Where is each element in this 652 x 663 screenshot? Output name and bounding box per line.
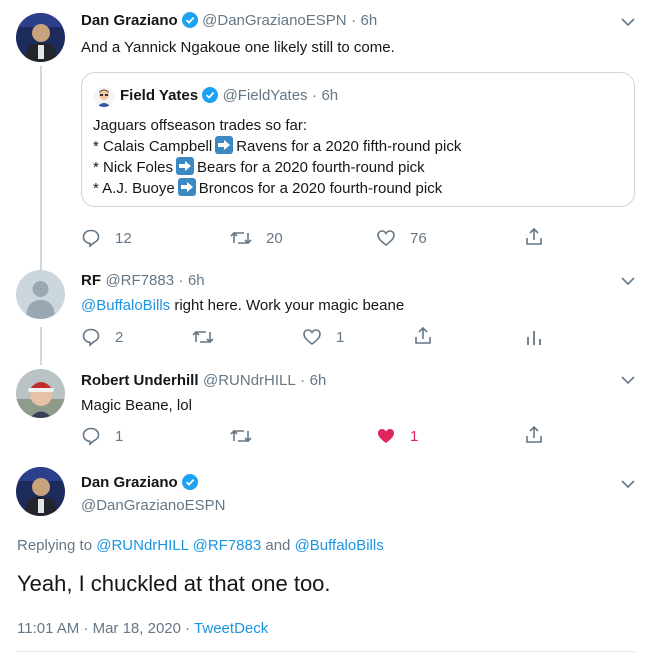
quoted-tweet-time[interactable]: 6h <box>321 87 338 104</box>
replying-prefix: Replying to <box>17 537 97 554</box>
separator-dot: · <box>300 372 306 389</box>
share-button[interactable] <box>524 425 544 445</box>
quoted-line-4: * A.J. Buoye Broncos for a 2020 fourth-ro… <box>93 178 461 199</box>
avatar-dan-graziano[interactable] <box>16 13 65 62</box>
share-button[interactable] <box>524 227 544 247</box>
reply-icon <box>82 328 100 347</box>
share-button[interactable] <box>413 326 433 346</box>
quoted-author-name[interactable]: Field Yates <box>120 87 198 104</box>
tweet-time[interactable]: 6h <box>188 272 205 289</box>
replying-to: Replying to @RUNdrHILL @RF7883 and @Buff… <box>17 537 384 554</box>
source-link[interactable]: TweetDeck <box>194 620 268 637</box>
thread-line <box>40 66 42 282</box>
heart-icon <box>377 230 395 247</box>
mention-link[interactable]: @BuffaloBills <box>81 297 170 314</box>
reply-count: 1 <box>115 427 124 445</box>
timestamp-text[interactable]: 11:01 AM · Mar 18, 2020 · <box>17 620 194 637</box>
reply-button[interactable]: 2 <box>81 327 123 347</box>
share-icon <box>526 227 542 245</box>
retweet-button[interactable] <box>192 327 214 347</box>
tweet-text: And a Yannick Ngakoue one likely still t… <box>81 39 395 56</box>
avatar-robert-underhill[interactable] <box>16 369 65 418</box>
separator-dot: · <box>351 12 357 29</box>
tweet-text-body: right here. Work your magic beane <box>170 297 405 314</box>
quoted-line-2: * Calais Campbell Ravens for a 2020 fifth… <box>93 136 461 157</box>
quoted-line-1: Jaguars offseason trades so far: <box>93 117 308 134</box>
verified-badge-icon <box>181 474 198 495</box>
thread-line <box>40 327 42 365</box>
retweet-button[interactable]: 20 <box>230 228 283 248</box>
right-arrow-icon <box>176 157 195 175</box>
chevron-down-icon[interactable] <box>621 14 635 27</box>
verified-badge-icon <box>181 12 198 33</box>
like-button[interactable]: 76 <box>376 228 427 248</box>
retweet-count: 20 <box>266 229 283 247</box>
analytics-icon <box>527 331 541 345</box>
quoted-line-2-team: Ravens for a 2020 fifth-round pick <box>236 138 462 155</box>
reply-button[interactable]: 1 <box>81 426 123 446</box>
quoted-tweet-card[interactable]: Field Yates @FieldYates · 6h Jaguars off… <box>81 72 635 207</box>
author-name[interactable]: Dan Graziano <box>81 474 178 491</box>
author-handle[interactable]: @DanGrazianoESPN <box>81 497 225 514</box>
replying-and: and <box>261 537 295 554</box>
tweet-time[interactable]: 6h <box>361 12 378 29</box>
heart-filled-icon <box>378 429 394 443</box>
tweet-text: Magic Beane, lol <box>81 397 192 414</box>
reply-count: 12 <box>115 229 132 247</box>
like-button[interactable]: 1 <box>302 327 344 347</box>
tweet-timestamp: 11:01 AM · Mar 18, 2020 · TweetDeck <box>17 620 268 637</box>
chevron-down-icon[interactable] <box>621 273 635 286</box>
retweet-icon <box>192 330 214 344</box>
avatar-rf-default[interactable] <box>16 270 65 319</box>
like-button[interactable]: 1 <box>376 426 418 446</box>
like-count: 76 <box>410 229 427 247</box>
analytics-button[interactable] <box>524 327 544 347</box>
mention-link[interactable]: @RF7883 <box>193 537 262 554</box>
reply-icon <box>82 229 100 248</box>
verified-badge-icon <box>202 87 219 108</box>
quoted-line-4-player: * A.J. Buoye <box>93 180 175 197</box>
avatar-dan-graziano[interactable] <box>16 467 65 516</box>
right-arrow-icon <box>215 136 234 154</box>
reply-count: 2 <box>115 328 124 346</box>
tweet-time[interactable]: 6h <box>310 372 327 389</box>
chevron-down-icon[interactable] <box>621 476 635 489</box>
retweet-icon <box>230 231 252 245</box>
author-handle[interactable]: @RF7883 <box>105 272 174 289</box>
quoted-line-2-player: * Calais Campbell <box>93 138 213 155</box>
retweet-button[interactable] <box>230 426 252 446</box>
separator-dot: · <box>312 87 317 104</box>
author-handle[interactable]: @RUNdrHILL <box>203 372 296 389</box>
mention-link[interactable]: @BuffaloBills <box>295 537 384 554</box>
chevron-down-icon[interactable] <box>621 372 635 385</box>
reply-button[interactable]: 12 <box>81 228 132 248</box>
tweet-text: @BuffaloBills right here. Work your magi… <box>81 296 404 316</box>
like-count: 1 <box>410 427 419 445</box>
quoted-line-3: * Nick Foles Bears for a 2020 fourth-roun… <box>93 157 461 178</box>
reply-icon <box>82 427 100 446</box>
divider <box>16 651 636 652</box>
like-count: 1 <box>336 328 345 346</box>
author-name[interactable]: RF <box>81 272 101 289</box>
heart-icon <box>303 329 321 346</box>
quoted-line-3-player: * Nick Foles <box>93 159 174 176</box>
author-handle[interactable]: @DanGrazianoESPN <box>202 12 346 29</box>
retweet-icon <box>230 429 252 443</box>
quoted-line-4-team: Broncos for a 2020 fourth-round pick <box>198 180 443 197</box>
quoted-author-handle[interactable]: @FieldYates <box>223 87 308 104</box>
avatar-field-yates[interactable] <box>94 87 114 107</box>
author-name[interactable]: Dan Graziano <box>81 12 178 29</box>
separator-dot: · <box>178 272 184 289</box>
share-icon <box>526 425 542 443</box>
right-arrow-icon <box>177 178 196 196</box>
share-icon <box>415 326 431 344</box>
quoted-line-3-team: Bears for a 2020 fourth-round pick <box>197 159 425 176</box>
mention-link[interactable]: @RUNdrHILL <box>96 537 188 554</box>
focused-tweet-text: Yeah, I chuckled at that one too. <box>17 571 331 596</box>
author-name[interactable]: Robert Underhill <box>81 372 199 389</box>
